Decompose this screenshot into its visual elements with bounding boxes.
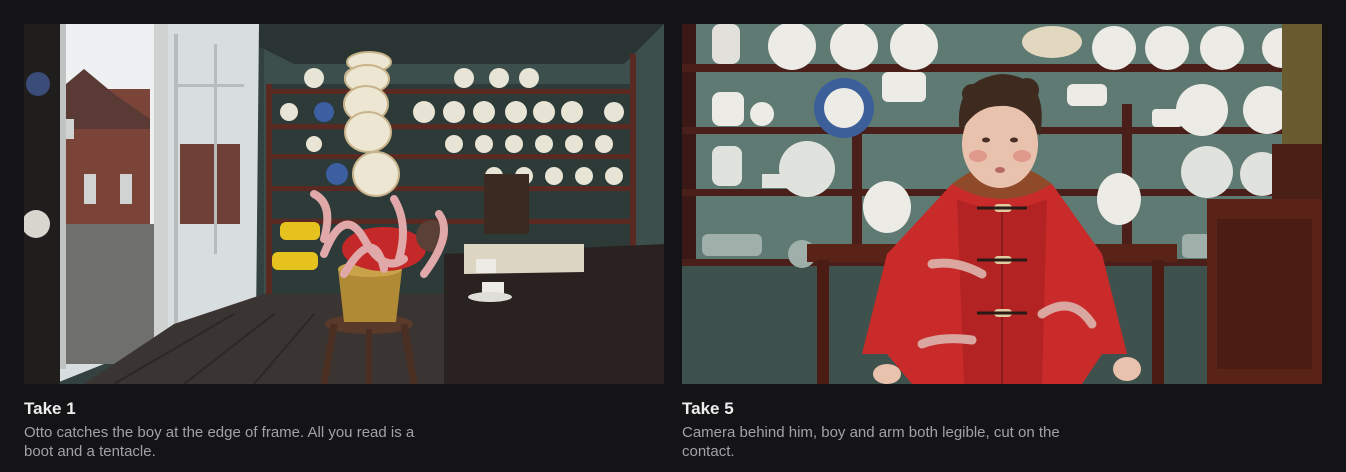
take-caption: Otto catches the boy at the edge of fram… xyxy=(24,424,415,460)
take-5-frame-image[interactable] xyxy=(682,24,1322,384)
takes-grid: Take 1 Otto catches the boy at the edge … xyxy=(0,0,1346,472)
take-card[interactable]: Take 1 Otto catches the boy at the edge … xyxy=(24,24,664,461)
take-title: Take 5 xyxy=(682,399,734,418)
take-title: Take 1 xyxy=(24,399,76,418)
take-5-still xyxy=(682,24,1322,384)
take-caption: Camera behind him, boy and arm both legi… xyxy=(682,424,1060,460)
take-1-still xyxy=(24,24,664,384)
take-card[interactable]: Take 5 Camera behind him, boy and arm bo… xyxy=(682,24,1322,461)
take-1-frame-image[interactable] xyxy=(24,24,664,384)
